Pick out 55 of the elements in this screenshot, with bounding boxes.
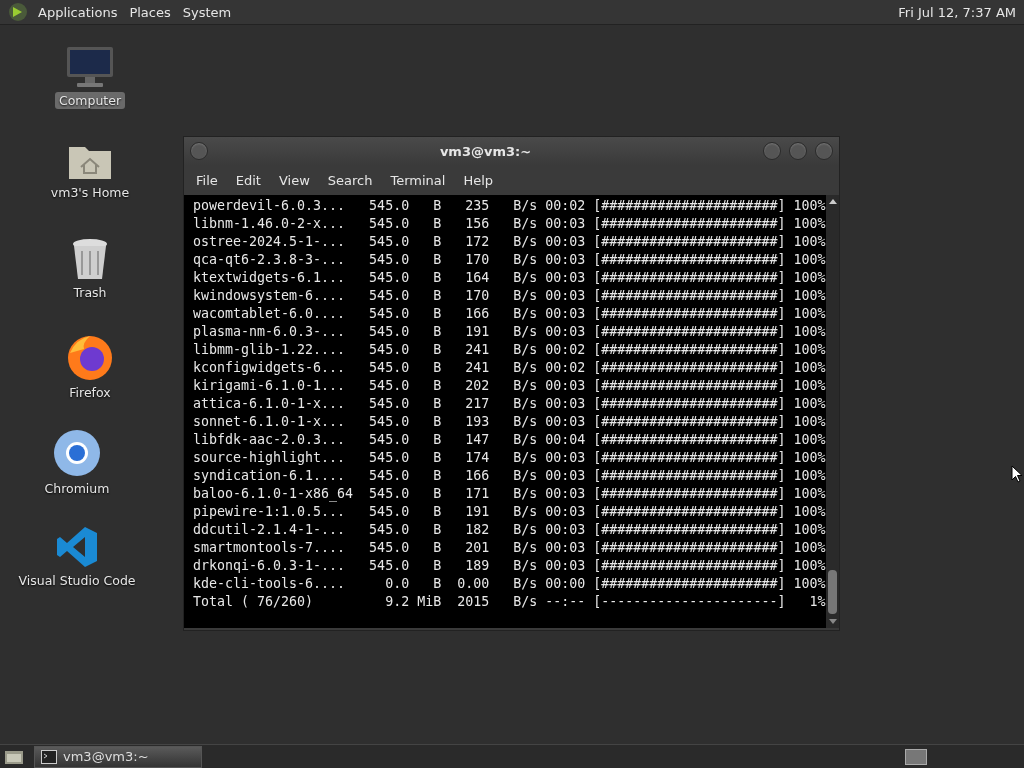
terminal-line: powerdevil-6.0.3... 545.0 B 235 B/s 00:02 [######################] 100% <box>193 197 826 215</box>
mouse-pointer-icon <box>1011 465 1023 483</box>
clock[interactable]: Fri Jul 12, 7:37 AM <box>898 4 1016 20</box>
terminal-line: attica-6.1.0-1-x... 545.0 B 217 B/s 00:03 [######################] 100% <box>193 395 826 413</box>
scroll-thumb[interactable] <box>828 570 837 614</box>
scroll-down-icon[interactable] <box>827 618 838 626</box>
terminal-line: kirigami-6.1.0-1... 545.0 B 202 B/s 00:03 [######################] 100% <box>193 377 826 395</box>
terminal-icon <box>41 749 57 764</box>
menu-item[interactable]: Terminal <box>382 172 454 188</box>
scrollbar[interactable] <box>826 195 839 628</box>
desktop-icon-label[interactable]: Trash <box>69 284 111 301</box>
window-title: vm3@vm3:~ <box>438 143 533 159</box>
taskbar-button[interactable]: vm3@vm3:~ <box>34 745 202 768</box>
desktop-icon-label[interactable]: Chromium <box>40 480 114 497</box>
terminal-line: libmm-glib-1.22.... 545.0 B 241 B/s 00:02 [######################] 100% <box>193 341 826 359</box>
show-desktop-icon[interactable] <box>4 748 24 765</box>
scroll-up-icon[interactable] <box>827 197 838 205</box>
panel-menu[interactable]: Applications <box>36 4 120 20</box>
terminal-line: kwindowsystem-6.... 545.0 B 170 B/s 00:03 [######################] 100% <box>193 287 826 305</box>
browser-globe-icon[interactable] <box>66 333 114 381</box>
terminal-line: baloo-6.1.0-1-x86_64 545.0 B 171 B/s 00:03 [######################] 100% <box>193 485 826 503</box>
terminal-line: kconfigwidgets-6... 545.0 B 241 B/s 00:02 [######################] 100% <box>193 359 826 377</box>
menu-item[interactable]: Help <box>455 172 502 188</box>
terminal-line: pipewire-1:1.0.5... 545.0 B 191 B/s 00:03 [######################] 100% <box>193 503 826 521</box>
terminal-line: ostree-2024.5-1-... 545.0 B 172 B/s 00:03 [######################] 100% <box>193 233 826 251</box>
menu-item[interactable]: View <box>270 172 318 188</box>
desktop-icon-label[interactable]: Computer <box>54 92 126 109</box>
terminal-line: sonnet-6.1.0-1-x... 545.0 B 193 B/s 00:03 [######################] 100% <box>193 413 826 431</box>
panel-menu[interactable]: System <box>180 4 234 20</box>
monitor-icon[interactable] <box>65 45 115 89</box>
terminal-line: syndication-6.1.... 545.0 B 166 B/s 00:03 [######################] 100% <box>193 467 826 485</box>
menu-item[interactable]: Search <box>319 172 381 188</box>
terminal-line: libfdk-aac-2.0.3... 545.0 B 147 B/s 00:04 [######################] 100% <box>193 431 826 449</box>
code-editor-icon[interactable] <box>55 525 99 569</box>
terminal-line: smartmontools-7.... 545.0 B 201 B/s 00:03 [######################] 100% <box>193 539 826 557</box>
terminal-line: qca-qt6-2.3.8-3-... 545.0 B 170 B/s 00:03 [######################] 100% <box>193 251 826 269</box>
menu-item[interactable]: File <box>188 172 226 188</box>
terminal-line: plasma-nm-6.0.3-... 545.0 B 191 B/s 00:03 [######################] 100% <box>193 323 826 341</box>
distro-logo-icon[interactable] <box>8 2 28 22</box>
workspace-switcher[interactable] <box>905 748 927 765</box>
browser-ring-icon[interactable] <box>53 429 101 477</box>
menu-item[interactable]: Edit <box>227 172 269 188</box>
terminal-line: libnm-1.46.0-2-x... 545.0 B 156 B/s 00:03 [######################] 100% <box>193 215 826 233</box>
desktop-icon-label[interactable]: Visual Studio Code <box>14 572 140 589</box>
desktop-icon-label[interactable]: Firefox <box>65 384 115 401</box>
terminal-line: wacomtablet-6.0.... 545.0 B 166 B/s 00:03 [######################] 100% <box>193 305 826 323</box>
terminal-line: ddcutil-2.1.4-1-... 545.0 B 182 B/s 00:03 [######################] 100% <box>193 521 826 539</box>
desktop-icon-label[interactable]: vm3's Home <box>46 184 134 201</box>
terminal-line: ktextwidgets-6.1... 545.0 B 164 B/s 00:03 [######################] 100% <box>193 269 826 287</box>
trash-icon[interactable] <box>70 237 110 281</box>
panel-menu[interactable]: Places <box>127 4 173 20</box>
terminal-line: source-highlight... 545.0 B 174 B/s 00:03 [######################] 100% <box>193 449 826 467</box>
terminal-line: Total ( 76/260) 9.2 MiB 2015 B/s --:-- [----------------------] 1% <box>193 593 826 611</box>
terminal-line: drkonqi-6.0.3-1-... 545.0 B 189 B/s 00:03 [######################] 100% <box>193 557 826 575</box>
terminal-line: kde-cli-tools-6.... 0.0 B 0.00 B/s 00:00 [######################] 100% <box>193 575 826 593</box>
